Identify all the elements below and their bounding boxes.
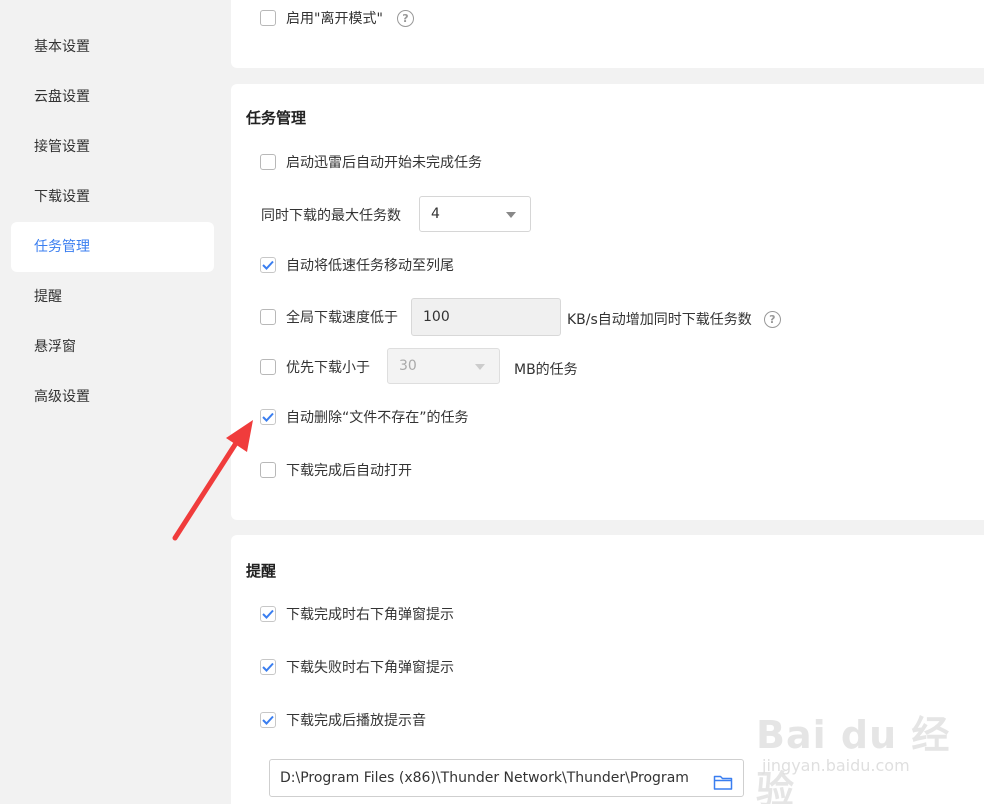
sound-path-field[interactable]: D:\Program Files (x86)\Thunder Network\T… — [269, 759, 744, 797]
question-circle-icon[interactable]: ? — [396, 9, 414, 27]
away-mode-label: 启用"离开模式" — [286, 11, 383, 27]
small-size-value: 30 — [399, 358, 417, 374]
task-management-card: 任务管理 启动迅雷后自动开始未完成任务 同时下载的最大任务数 4 自动将低速任务… — [231, 84, 984, 520]
small-first-row: 优先下载小于 — [260, 355, 370, 379]
max-tasks-select[interactable]: 4 — [419, 196, 531, 232]
small-first-label: 优先下载小于 — [286, 360, 370, 376]
settings-window: 基本设置 云盘设置 接管设置 下载设置 任务管理 提醒 悬浮窗 高级设置 启用"… — [0, 0, 984, 804]
remind-title: 提醒 — [246, 562, 277, 580]
max-tasks-value: 4 — [431, 206, 440, 222]
small-first-checkbox[interactable] — [260, 359, 276, 375]
auto-open-checkbox[interactable] — [260, 462, 276, 478]
speed-rule-row: 全局下载速度低于 — [260, 305, 398, 329]
max-tasks-label: 同时下载的最大任务数 — [261, 208, 401, 224]
speed-rule-label: 全局下载速度低于 — [286, 310, 398, 326]
away-mode-row: 启用"离开模式" ? — [260, 6, 414, 30]
sound-path-text: D:\Program Files (x86)\Thunder Network\T… — [280, 770, 689, 786]
speed-rule-checkbox[interactable] — [260, 309, 276, 325]
auto-delete-label: 自动删除“文件不存在”的任务 — [286, 410, 469, 426]
fail-popup-checkbox[interactable] — [260, 659, 276, 675]
complete-sound-checkbox[interactable] — [260, 712, 276, 728]
sidebar-item-remind[interactable]: 提醒 — [11, 272, 214, 322]
speed-threshold-input[interactable]: 100 — [411, 298, 561, 336]
previous-section-card: 启用"离开模式" ? — [231, 0, 984, 68]
small-first-suffix: MB的任务 — [514, 362, 578, 378]
task-management-title: 任务管理 — [246, 109, 307, 127]
caret-down-icon — [506, 212, 516, 218]
caret-down-icon — [475, 364, 485, 370]
complete-popup-checkbox[interactable] — [260, 606, 276, 622]
sidebar-item-takeover[interactable]: 接管设置 — [11, 122, 214, 172]
move-slow-label: 自动将低速任务移动至列尾 — [286, 258, 454, 274]
complete-popup-row: 下载完成时右下角弹窗提示 — [260, 602, 454, 626]
fail-popup-label: 下载失败时右下角弹窗提示 — [286, 660, 454, 676]
sidebar: 基本设置 云盘设置 接管设置 下载设置 任务管理 提醒 悬浮窗 高级设置 — [0, 0, 230, 804]
complete-sound-label: 下载完成后播放提示音 — [286, 713, 426, 729]
complete-sound-row: 下载完成后播放提示音 — [260, 708, 426, 732]
sidebar-item-download[interactable]: 下载设置 — [11, 172, 214, 222]
auto-open-label: 下载完成后自动打开 — [286, 463, 412, 479]
auto-start-row: 启动迅雷后自动开始未完成任务 — [260, 150, 482, 174]
question-circle-icon[interactable]: ? — [763, 310, 781, 328]
speed-rule-suffix: KB/s自动增加同时下载任务数 — [567, 312, 752, 328]
auto-delete-row: 自动删除“文件不存在”的任务 — [260, 405, 469, 429]
auto-start-checkbox[interactable] — [260, 154, 276, 170]
sidebar-item-task-management[interactable]: 任务管理 — [11, 222, 214, 272]
auto-delete-checkbox[interactable] — [260, 409, 276, 425]
auto-open-row: 下载完成后自动打开 — [260, 458, 412, 482]
move-slow-row: 自动将低速任务移动至列尾 — [260, 253, 454, 277]
folder-icon[interactable] — [713, 769, 733, 796]
small-size-select[interactable]: 30 — [387, 348, 500, 384]
remind-card: 提醒 下载完成时右下角弹窗提示 下载失败时右下角弹窗提示 下载完成后播放提示音 … — [231, 535, 984, 804]
away-mode-checkbox[interactable] — [260, 10, 276, 26]
auto-start-label: 启动迅雷后自动开始未完成任务 — [286, 155, 482, 171]
sidebar-item-advanced[interactable]: 高级设置 — [11, 372, 214, 422]
sidebar-item-cloud[interactable]: 云盘设置 — [11, 72, 214, 122]
fail-popup-row: 下载失败时右下角弹窗提示 — [260, 655, 454, 679]
complete-popup-label: 下载完成时右下角弹窗提示 — [286, 607, 454, 623]
speed-rule-suffix-group: KB/s自动增加同时下载任务数 ? — [567, 309, 781, 329]
move-slow-checkbox[interactable] — [260, 257, 276, 273]
sidebar-item-floating-window[interactable]: 悬浮窗 — [11, 322, 214, 372]
sidebar-item-basic[interactable]: 基本设置 — [11, 22, 214, 72]
